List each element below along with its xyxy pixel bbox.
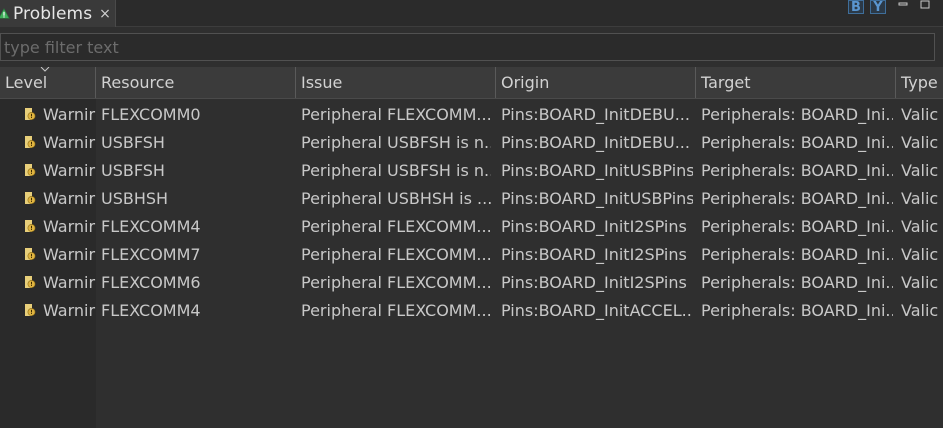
column-header-issue[interactable]: Issue	[296, 67, 496, 98]
column-header-resource[interactable]: Resource	[96, 67, 296, 98]
resource-cell: FLEXCOMM7	[101, 244, 201, 264]
issue-cell: Peripheral FLEXCOMM...	[301, 300, 491, 320]
resource-cell: FLEXCOMM0	[101, 104, 201, 124]
view-tab-bar: Problems × B Y	[0, 0, 943, 27]
level-text: Warnir	[43, 132, 96, 152]
level-text: Warnir	[43, 272, 96, 292]
table-header: Level Resource Issue Origin Target Type	[0, 67, 943, 99]
origin-cell: Pins:BOARD_InitUSBPins	[501, 160, 693, 180]
type-cell: Valic	[901, 104, 939, 124]
level-text: Warnir	[43, 244, 96, 264]
warning-icon	[23, 275, 37, 289]
table-row[interactable]: Warnir FLEXCOMM4 Peripheral FLEXCOMM... …	[0, 296, 943, 324]
origin-cell: Pins:BOARD_InitDEBU...	[501, 132, 690, 152]
close-icon[interactable]: ×	[99, 6, 111, 22]
problems-warning-icon	[0, 7, 10, 21]
origin-cell: Pins:BOARD_InitI2SPins	[501, 216, 687, 236]
table-row[interactable]: Warnir USBFSH Peripheral USBFSH is n... …	[0, 156, 943, 184]
type-cell: Valic	[901, 244, 939, 264]
target-cell: Peripherals: BOARD_Ini...	[701, 244, 893, 264]
target-cell: Peripherals: BOARD_Ini...	[701, 160, 893, 180]
warning-icon	[23, 219, 37, 233]
tab-problems[interactable]: Problems ×	[0, 0, 116, 27]
warning-icon	[23, 135, 37, 149]
warning-icon	[23, 107, 37, 121]
problems-table-body: Warnir FLEXCOMM0 Peripheral FLEXCOMM... …	[0, 100, 943, 324]
resource-cell: USBFSH	[101, 132, 165, 152]
toolbar-b-button[interactable]: B	[848, 0, 864, 15]
issue-cell: Peripheral FLEXCOMM...	[301, 244, 491, 264]
table-row[interactable]: Warnir FLEXCOMM4 Peripheral FLEXCOMM... …	[0, 212, 943, 240]
target-cell: Peripherals: BOARD_Ini...	[701, 132, 893, 152]
type-cell: Valic	[901, 300, 939, 320]
level-cell: Warnir	[23, 212, 96, 240]
resource-cell: FLEXCOMM4	[101, 216, 201, 236]
type-cell: Valic	[901, 160, 939, 180]
resource-cell: FLEXCOMM4	[101, 300, 201, 320]
level-cell: Warnir	[23, 296, 96, 324]
target-cell: Peripherals: BOARD_Ini...	[701, 272, 893, 292]
tab-title: Problems	[13, 3, 93, 24]
table-row[interactable]: Warnir FLEXCOMM6 Peripheral FLEXCOMM... …	[0, 268, 943, 296]
level-text: Warnir	[43, 300, 96, 320]
target-cell: Peripherals: BOARD_Ini...	[701, 188, 893, 208]
resource-cell: FLEXCOMM6	[101, 272, 201, 292]
level-cell: Warnir	[23, 100, 96, 128]
origin-cell: Pins:BOARD_InitI2SPins	[501, 272, 687, 292]
filter-field[interactable]	[0, 33, 935, 61]
type-cell: Valic	[901, 132, 939, 152]
level-text: Warnir	[43, 188, 96, 208]
maximize-icon[interactable]	[920, 0, 930, 13]
origin-cell: Pins:BOARD_InitUSBPins	[501, 188, 693, 208]
issue-cell: Peripheral USBHSH is ...	[301, 188, 491, 208]
table-row[interactable]: Warnir USBHSH Peripheral USBHSH is ... P…	[0, 184, 943, 212]
origin-cell: Pins:BOARD_InitI2SPins	[501, 244, 687, 264]
type-cell: Valic	[901, 272, 939, 292]
sort-descending-icon	[40, 67, 50, 75]
issue-cell: Peripheral FLEXCOMM...	[301, 272, 491, 292]
target-cell: Peripherals: BOARD_Ini...	[701, 104, 893, 124]
toolbar-y-button[interactable]: Y	[870, 0, 886, 15]
table-row[interactable]: Warnir FLEXCOMM7 Peripheral FLEXCOMM... …	[0, 240, 943, 268]
issue-cell: Peripheral FLEXCOMM...	[301, 216, 491, 236]
issue-cell: Peripheral USBFSH is n...	[301, 160, 491, 180]
warning-icon	[23, 247, 37, 261]
level-text: Warnir	[43, 216, 96, 236]
warning-icon	[23, 163, 37, 177]
origin-cell: Pins:BOARD_InitDEBU...	[501, 104, 690, 124]
column-header-origin[interactable]: Origin	[496, 67, 696, 98]
issue-cell: Peripheral FLEXCOMM...	[301, 104, 491, 124]
resource-cell: USBFSH	[101, 160, 165, 180]
table-row[interactable]: Warnir FLEXCOMM0 Peripheral FLEXCOMM... …	[0, 100, 943, 128]
origin-cell: Pins:BOARD_InitACCEL...	[501, 300, 693, 320]
level-cell: Warnir	[23, 156, 96, 184]
minimize-icon[interactable]	[898, 0, 908, 13]
level-text: Warnir	[43, 104, 96, 124]
level-cell: Warnir	[23, 128, 96, 156]
issue-cell: Peripheral USBFSH is n...	[301, 132, 491, 152]
level-cell: Warnir	[23, 268, 96, 296]
column-header-label: Level	[5, 73, 48, 92]
level-cell: Warnir	[23, 184, 96, 212]
target-cell: Peripherals: BOARD_Ini...	[701, 216, 893, 236]
column-header-type[interactable]: Type	[896, 67, 943, 98]
type-cell: Valic	[901, 188, 939, 208]
tab-divider	[116, 26, 943, 27]
type-cell: Valic	[901, 216, 939, 236]
warning-icon	[23, 303, 37, 317]
column-header-target[interactable]: Target	[696, 67, 896, 98]
table-row[interactable]: Warnir USBFSH Peripheral USBFSH is n... …	[0, 128, 943, 156]
level-cell: Warnir	[23, 240, 96, 268]
target-cell: Peripherals: BOARD_Ini...	[701, 300, 893, 320]
resource-cell: USBHSH	[101, 188, 169, 208]
column-header-level[interactable]: Level	[0, 67, 96, 98]
warning-icon	[23, 191, 37, 205]
level-text: Warnir	[43, 160, 96, 180]
filter-input[interactable]	[1, 36, 934, 58]
